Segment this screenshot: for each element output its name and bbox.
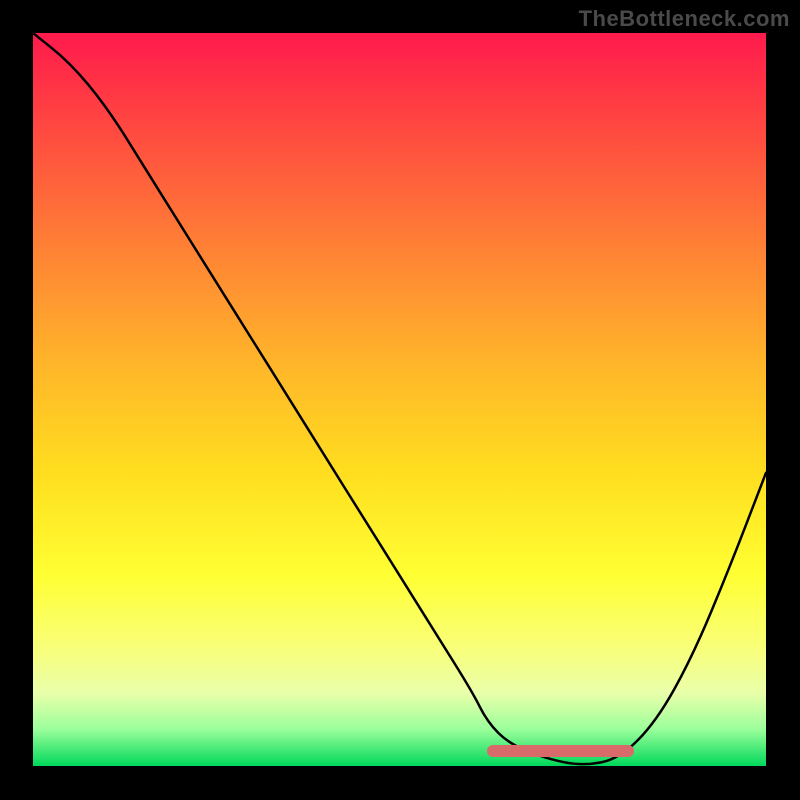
curve-layer — [33, 33, 766, 766]
bottleneck-curve — [33, 33, 766, 764]
plot-area — [33, 33, 766, 766]
watermark: TheBottleneck.com — [579, 6, 790, 32]
chart-container: TheBottleneck.com — [0, 0, 800, 800]
optimal-band — [487, 745, 634, 757]
